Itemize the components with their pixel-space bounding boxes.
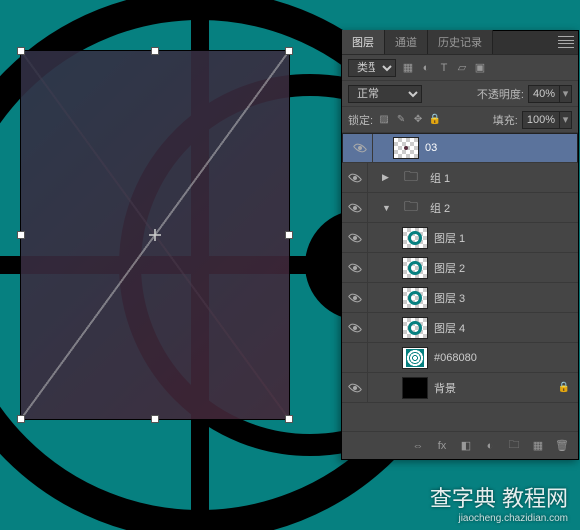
- layer-style-icon[interactable]: fx: [434, 438, 450, 454]
- visibility-toggle[interactable]: [342, 223, 368, 252]
- layer-row[interactable]: 图层 4: [342, 313, 578, 343]
- transform-handle-bottom-left[interactable]: [17, 415, 25, 423]
- layer-thumbnail[interactable]: [402, 377, 428, 399]
- lock-pixels-icon[interactable]: ✎: [394, 113, 408, 127]
- layer-thumbnail[interactable]: [402, 317, 428, 339]
- eye-icon: [347, 260, 361, 274]
- layers-list: 03 ▶ 🗀 组 1 ▼ 🗀 组 2 图层 1 图层 2: [342, 133, 578, 453]
- transform-handle-top-left[interactable]: [17, 47, 25, 55]
- layer-name[interactable]: 组 2: [430, 200, 450, 216]
- fill-input[interactable]: 100%▾: [522, 111, 572, 129]
- lock-all-icon[interactable]: 🔒: [428, 113, 442, 127]
- blend-mode-select[interactable]: 正常: [348, 85, 422, 103]
- layer-name[interactable]: #068080: [434, 352, 477, 364]
- transform-handle-mid-left[interactable]: [17, 231, 25, 239]
- layer-thumbnail[interactable]: [402, 347, 428, 369]
- blend-row: 正常 不透明度: 40%▾: [342, 81, 578, 107]
- adjustment-layer-icon[interactable]: ◐: [482, 438, 498, 454]
- folder-icon: 🗀: [398, 197, 424, 219]
- layer-thumbnail[interactable]: [402, 257, 428, 279]
- lock-position-icon[interactable]: ✥: [411, 113, 425, 127]
- new-group-icon[interactable]: 🗀: [506, 438, 522, 454]
- tab-channels[interactable]: 通道: [385, 30, 428, 54]
- new-layer-icon[interactable]: ▦: [530, 438, 546, 454]
- opacity-input[interactable]: 40%▾: [528, 85, 572, 103]
- watermark: 查字典 教程网 jiaocheng.chazidian.com: [430, 481, 568, 524]
- transform-handle-top-mid[interactable]: [151, 47, 159, 55]
- visibility-toggle[interactable]: [342, 163, 368, 192]
- visibility-toggle[interactable]: [342, 283, 368, 312]
- filter-shape-icon[interactable]: ▱: [454, 60, 470, 76]
- eye-icon: [352, 141, 366, 155]
- eye-icon: [347, 320, 361, 334]
- tab-layers[interactable]: 图层: [342, 30, 385, 54]
- layer-thumbnail[interactable]: [402, 227, 428, 249]
- layer-row[interactable]: 图层 1: [342, 223, 578, 253]
- layer-thumbnail[interactable]: [402, 287, 428, 309]
- visibility-toggle[interactable]: [342, 313, 368, 342]
- link-layers-icon[interactable]: ⇔: [410, 438, 426, 454]
- lock-label: 锁定:: [348, 112, 373, 128]
- lock-icon: 🔒: [558, 382, 570, 393]
- layer-row[interactable]: #068080: [342, 343, 578, 373]
- layers-panel: 图层 通道 历史记录 类型 ▦ ◐ T ▱ ▣ 正常 不透明度: 40%▾ 锁定…: [341, 30, 579, 460]
- visibility-toggle[interactable]: [342, 343, 368, 372]
- filter-smart-icon[interactable]: ▣: [472, 60, 488, 76]
- transform-handle-bottom-right[interactable]: [285, 415, 293, 423]
- lock-transparent-icon[interactable]: ▨: [377, 113, 391, 127]
- filter-adjust-icon[interactable]: ◐: [418, 60, 434, 76]
- layer-row[interactable]: 03: [342, 133, 578, 163]
- layer-row[interactable]: ▼ 🗀 组 2: [342, 193, 578, 223]
- folder-icon: 🗀: [398, 167, 424, 189]
- layer-row[interactable]: 图层 3: [342, 283, 578, 313]
- layer-name[interactable]: 图层 3: [434, 290, 465, 306]
- filter-type-icon[interactable]: T: [436, 60, 452, 76]
- layer-name[interactable]: 图层 1: [434, 230, 465, 246]
- layer-row[interactable]: 背景 🔒: [342, 373, 578, 403]
- layer-row[interactable]: 图层 2: [342, 253, 578, 283]
- tab-history[interactable]: 历史记录: [428, 30, 493, 54]
- transform-bounding-box[interactable]: [20, 50, 290, 420]
- visibility-toggle[interactable]: [342, 253, 368, 282]
- filter-kind-select[interactable]: 类型: [348, 59, 396, 77]
- layer-name[interactable]: 背景: [434, 380, 456, 396]
- transform-handle-bottom-mid[interactable]: [151, 415, 159, 423]
- layer-mask-icon[interactable]: ◧: [458, 438, 474, 454]
- lock-row: 锁定: ▨ ✎ ✥ 🔒 填充: 100%▾: [342, 107, 578, 133]
- layer-name[interactable]: 图层 4: [434, 320, 465, 336]
- layer-thumbnail[interactable]: [393, 137, 419, 159]
- transform-center-icon[interactable]: [149, 229, 161, 241]
- layer-filter-row: 类型 ▦ ◐ T ▱ ▣: [342, 55, 578, 81]
- fill-label: 填充:: [493, 112, 518, 128]
- transform-handle-top-right[interactable]: [285, 47, 293, 55]
- transform-handle-mid-right[interactable]: [285, 231, 293, 239]
- chevron-down-icon[interactable]: ▾: [559, 112, 571, 128]
- visibility-toggle[interactable]: [342, 193, 368, 222]
- panel-tabs: 图层 通道 历史记录: [342, 31, 578, 55]
- visibility-toggle[interactable]: [342, 373, 368, 402]
- collapse-toggle[interactable]: ▶: [382, 172, 392, 183]
- collapse-toggle[interactable]: ▼: [382, 203, 392, 213]
- eye-icon: [347, 200, 361, 214]
- layer-name[interactable]: 03: [425, 142, 437, 154]
- layer-row[interactable]: ▶ 🗀 组 1: [342, 163, 578, 193]
- eye-icon: [347, 170, 361, 184]
- eye-icon: [347, 380, 361, 394]
- eye-icon: [347, 290, 361, 304]
- visibility-toggle[interactable]: [347, 134, 373, 162]
- filter-pixel-icon[interactable]: ▦: [400, 60, 416, 76]
- layer-name[interactable]: 图层 2: [434, 260, 465, 276]
- opacity-label: 不透明度:: [477, 86, 524, 102]
- eye-icon: [347, 230, 361, 244]
- delete-layer-icon[interactable]: 🗑: [554, 438, 570, 454]
- panel-menu-icon[interactable]: [558, 35, 574, 49]
- layer-name[interactable]: 组 1: [430, 170, 450, 186]
- chevron-down-icon[interactable]: ▾: [559, 86, 571, 102]
- panel-footer: ⇔ fx ◧ ◐ 🗀 ▦ 🗑: [342, 431, 578, 459]
